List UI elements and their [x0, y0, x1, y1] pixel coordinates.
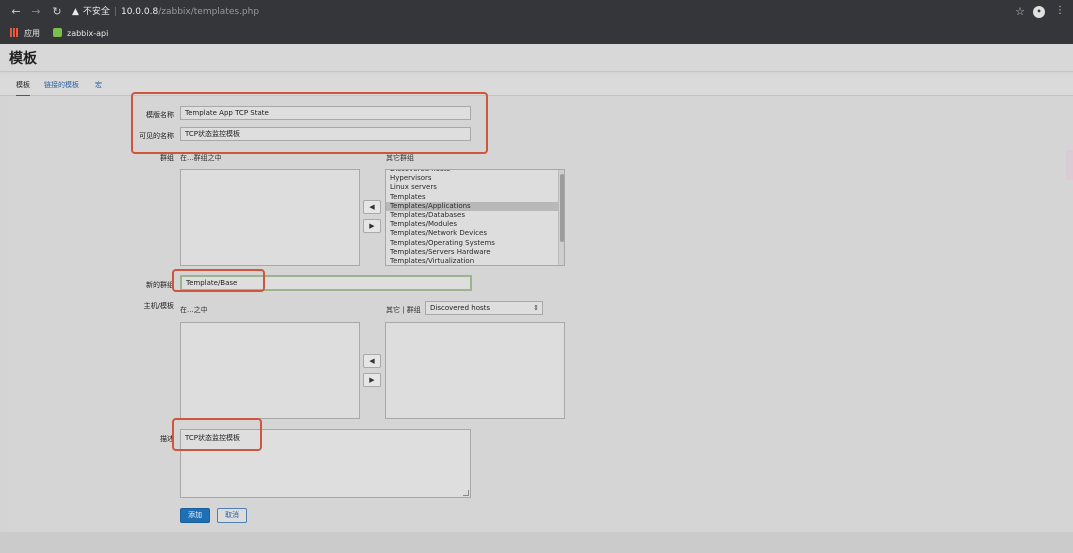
other-groups-listbox[interactable]: Discovered hosts Hypervisors Linux servers…	[385, 169, 565, 266]
bookmark-apps[interactable]: 应用	[10, 26, 40, 42]
group-option[interactable]: Templates/Applications	[386, 201, 558, 212]
page-footer	[0, 532, 1073, 553]
description-textarea[interactable]: TCP状态监控模板	[180, 429, 471, 498]
bookmark-zabbix-label: zabbix-api	[67, 29, 109, 38]
groups-scrollbar[interactable]	[558, 170, 564, 265]
resize-grip-icon[interactable]	[463, 490, 469, 496]
hosts-other-label: 其它 | 群组	[386, 306, 421, 314]
menu-dots-icon[interactable]: ⋮	[1055, 5, 1065, 16]
hosts-group-select[interactable]: Discovered hosts ⇕	[425, 301, 543, 315]
description-text: TCP状态监控模板	[185, 434, 240, 442]
visible-name-label: 可见的名称	[139, 132, 174, 140]
group-option[interactable]: Templates/Network Devices	[386, 229, 558, 238]
template-name-label: 模版名称	[146, 111, 174, 119]
move-host-right-button[interactable]: ▶	[363, 373, 381, 387]
hosts-other-listbox[interactable]	[385, 322, 565, 419]
select-arrows-icon: ⇕	[533, 304, 539, 312]
url-separator: |	[113, 7, 117, 17]
template-name-input[interactable]: Template App TCP State	[180, 106, 471, 120]
back-arrow-icon[interactable]: ←	[9, 5, 23, 19]
hosts-label: 主机/模板	[143, 302, 174, 310]
url-host: 10.0.0.8	[120, 7, 159, 17]
groups-scroll-thumb[interactable]	[560, 174, 564, 242]
groups-label: 群组	[160, 154, 174, 162]
bookmarks-bar: 应用 zabbix-api	[0, 26, 1073, 42]
cancel-button[interactable]: 取消	[217, 508, 247, 523]
group-option[interactable]: Templates/Servers Hardware	[386, 248, 558, 257]
forward-arrow-icon[interactable]: →	[29, 5, 43, 19]
apps-grid-icon	[10, 28, 19, 37]
move-group-right-button[interactable]: ▶	[363, 219, 381, 233]
group-option[interactable]: Templates/Modules	[386, 220, 558, 229]
tab-bar: 模板 链接的模板 宏	[0, 74, 1073, 97]
new-group-input[interactable]: Template/Base	[180, 275, 472, 291]
warning-triangle-icon: ▲	[72, 7, 79, 17]
add-button[interactable]: 添加	[180, 508, 210, 523]
group-option[interactable]: Templates/Databases	[386, 211, 558, 220]
edge-accent	[1066, 150, 1073, 180]
url-bar[interactable]: ▲ 不安全 | 10.0.0.8/zabbix/templates.php	[72, 4, 1052, 20]
profile-avatar-icon[interactable]: •	[1033, 6, 1045, 18]
bookmark-zabbix-api[interactable]: zabbix-api	[53, 26, 108, 42]
move-host-left-button[interactable]: ◀	[363, 354, 381, 368]
other-groups-list: Discovered hosts Hypervisors Linux servers…	[386, 170, 558, 265]
new-group-label: 新的群组	[146, 281, 174, 289]
url-path: /zabbix/templates.php	[158, 7, 260, 17]
group-option[interactable]: Linux servers	[386, 183, 558, 192]
address-bar-row: ← → ↻ ▲ 不安全 | 10.0.0.8/zabbix/templates.php…	[0, 0, 1073, 24]
security-label: 不安全	[82, 7, 110, 17]
groups-other-label: 其它群组	[386, 154, 414, 162]
group-option[interactable]: Hypervisors	[386, 174, 558, 183]
browser-chrome: ← → ↻ ▲ 不安全 | 10.0.0.8/zabbix/templates.php…	[0, 0, 1073, 44]
group-option[interactable]: Templates/Operating Systems	[386, 239, 558, 248]
page-header: 模板	[0, 44, 1073, 72]
bookmark-star-icon[interactable]: ☆	[1015, 5, 1025, 18]
bookmark-apps-label: 应用	[24, 29, 40, 38]
hosts-in-label: 在...之中	[180, 306, 208, 314]
groups-in-listbox[interactable]	[180, 169, 360, 266]
tab-template[interactable]: 模板	[16, 80, 30, 97]
reload-icon[interactable]: ↻	[50, 5, 64, 19]
groups-in-label: 在...群组之中	[180, 154, 222, 162]
zabbix-bookmark-icon	[53, 28, 62, 37]
move-group-left-button[interactable]: ◀	[363, 200, 381, 214]
hosts-group-select-value: Discovered hosts	[430, 304, 491, 312]
tab-macros[interactable]: 宏	[95, 80, 102, 90]
hosts-in-listbox[interactable]	[180, 322, 360, 419]
tab-linked-templates[interactable]: 链接的模板	[44, 80, 79, 90]
group-option[interactable]: Templates/Virtualization	[386, 257, 558, 265]
visible-name-input[interactable]: TCP状态监控模板	[180, 127, 471, 141]
page-title: 模板	[9, 51, 37, 67]
description-label: 描述	[160, 435, 174, 443]
group-option[interactable]: Templates	[386, 193, 558, 202]
